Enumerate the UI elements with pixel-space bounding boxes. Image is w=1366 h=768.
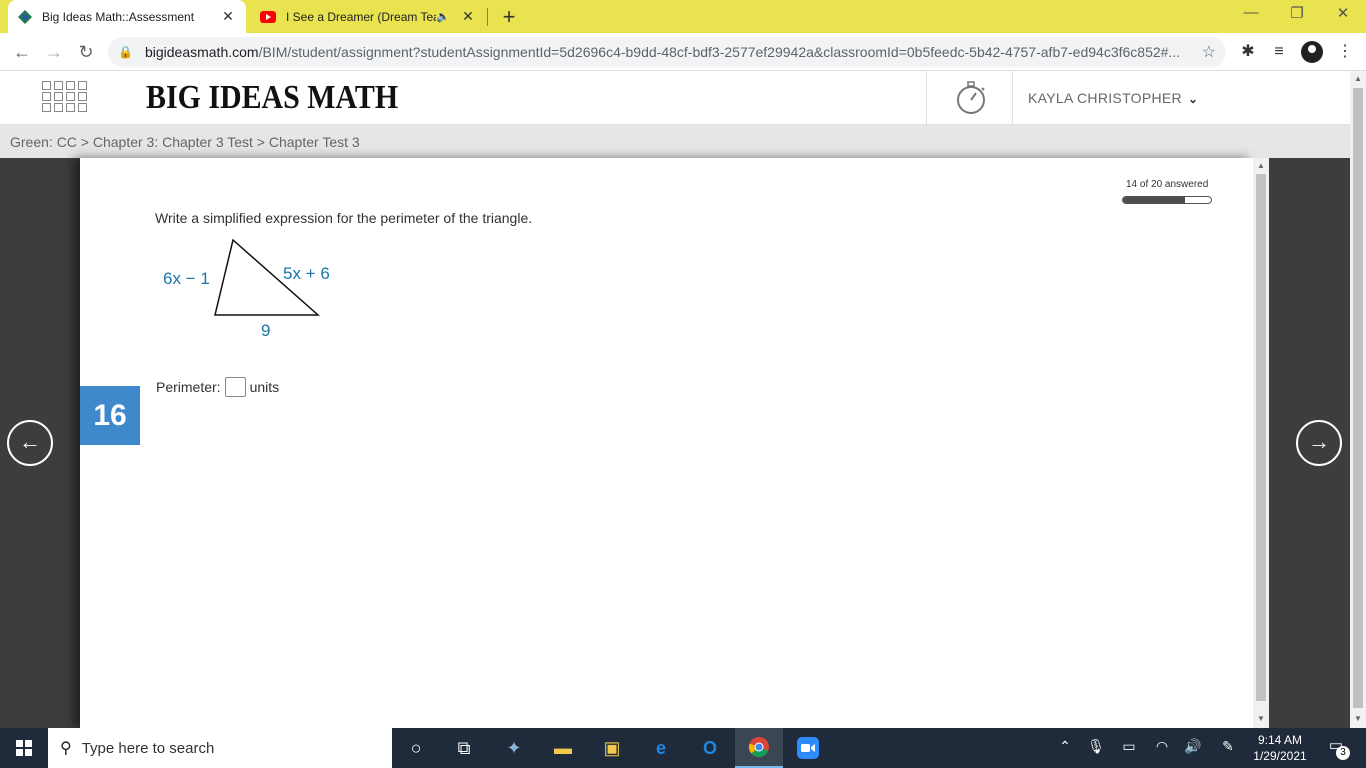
restore-button[interactable]: ❐ [1282, 4, 1312, 22]
units-label: units [249, 379, 280, 395]
taskbar-search-box[interactable]: ⚲ Type here to search [48, 728, 392, 768]
stopwatch-icon[interactable] [955, 81, 987, 115]
user-menu[interactable]: KAYLA CHRISTOPHER ⌄ [1028, 90, 1198, 106]
browser-toolbar: ← → ↻ 🔒 bigideasmath.com/BIM/student/ass… [0, 33, 1366, 71]
speaker-icon[interactable]: 🔈 [436, 10, 450, 23]
system-clock[interactable]: 9:14 AM 1/29/2021 [1250, 732, 1310, 764]
back-button[interactable]: ← [10, 40, 34, 64]
forward-button[interactable]: → [42, 40, 66, 64]
zoom-icon[interactable] [784, 728, 832, 768]
web-page: BIG IDEAS MATH KAYLA CHRISTOPHER ⌄ Green:… [0, 71, 1350, 728]
chrome-icon[interactable] [735, 728, 783, 768]
tab-title: I See a Dreamer (Dream Tea [286, 9, 437, 24]
internet-explorer-icon[interactable]: e [637, 728, 685, 768]
youtube-favicon-icon [260, 10, 276, 23]
action-center-icon[interactable]: ▭ 3 [1322, 736, 1350, 760]
media-queue-icon[interactable]: ≡ [1268, 41, 1290, 63]
chrome-logo-icon [748, 737, 769, 757]
search-placeholder: Type here to search [81, 739, 215, 757]
profile-avatar-icon[interactable] [1301, 41, 1323, 63]
search-icon: ⚲ [60, 740, 72, 757]
volume-icon[interactable]: 🔊 [1181, 738, 1205, 755]
previous-question-button[interactable]: ← [7, 420, 53, 466]
close-tab-icon[interactable]: ✕ [220, 8, 236, 25]
pen-workspace-icon[interactable]: ✎ [1216, 738, 1240, 755]
user-name: KAYLA CHRISTOPHER [1028, 90, 1182, 106]
perimeter-label: Perimeter: [156, 379, 221, 395]
lock-icon[interactable]: 🔒 [118, 45, 133, 59]
microphone-icon[interactable]: 🎙 [1084, 738, 1108, 755]
perimeter-input[interactable] [224, 377, 246, 397]
side-right-label: 5x + 6 [283, 264, 330, 283]
left-side-panel: ← [0, 158, 80, 728]
notification-count-badge: 3 [1336, 746, 1350, 760]
tab-youtube[interactable]: I See a Dreamer (Dream Tea 🔈 ✕ [250, 0, 486, 33]
clock-date: 1/29/2021 [1253, 749, 1307, 763]
menu-kebab-icon[interactable]: ⋮ [1334, 41, 1356, 63]
page-scroll-up-arrow-icon[interactable]: ▲ [1350, 74, 1366, 83]
progress-bar-fill [1123, 197, 1185, 203]
scroll-down-arrow-icon[interactable]: ▼ [1253, 714, 1269, 723]
progress-bar [1122, 196, 1212, 204]
big-ideas-math-logo[interactable]: BIG IDEAS MATH [146, 79, 398, 117]
header-divider [1012, 71, 1013, 125]
new-tab-button[interactable]: + [498, 4, 520, 30]
app-icon[interactable]: ✦ [490, 728, 538, 768]
header-divider [926, 71, 927, 125]
extensions-puzzle-icon[interactable]: ✱ [1237, 41, 1259, 63]
app-header: BIG IDEAS MATH KAYLA CHRISTOPHER ⌄ [0, 71, 1350, 125]
store-icon[interactable]: ▣ [588, 728, 636, 768]
outlook-icon[interactable]: O [686, 728, 734, 768]
progress-text: 14 of 20 answered [1126, 179, 1209, 190]
url-path: /BIM/student/assignment?studentAssignmen… [258, 44, 1181, 60]
chevron-down-icon: ⌄ [1187, 92, 1199, 106]
address-bar[interactable]: 🔒 bigideasmath.com/BIM/student/assignmen… [108, 37, 1226, 67]
show-hidden-icons-chevron-icon[interactable]: ⌃ [1053, 738, 1077, 755]
side-bottom-label: 9 [261, 321, 270, 340]
right-side-panel: → [1289, 158, 1350, 728]
zoom-logo-icon [797, 737, 819, 759]
scroll-up-arrow-icon[interactable]: ▲ [1253, 161, 1269, 170]
big-ideas-favicon-icon [18, 9, 32, 24]
tab-title: Big Ideas Math::Assessment [42, 9, 195, 24]
battery-icon[interactable]: ▭ [1117, 738, 1141, 755]
content-scrollbar-thumb[interactable] [1256, 174, 1266, 701]
question-prompt: Write a simplified expression for the pe… [155, 210, 533, 226]
close-window-button[interactable]: ✕ [1328, 4, 1358, 22]
triangle-figure: 6x − 1 5x + 6 9 [163, 238, 330, 340]
windows-taskbar: ⚲ Type here to search ○ ⧉ ✦ ▬ ▣ e O ⌃ 🎙 … [0, 728, 1366, 768]
reload-button[interactable]: ↻ [74, 40, 98, 64]
windows-start-icon[interactable] [0, 728, 48, 768]
wifi-icon[interactable]: ◠ [1150, 738, 1174, 755]
browser-tab-strip: Big Ideas Math::Assessment ✕ I See a Dre… [0, 0, 1366, 33]
bookmark-star-icon[interactable]: ☆ [1202, 42, 1216, 62]
breadcrumb[interactable]: Green: CC > Chapter 3: Chapter 3 Test > … [0, 125, 1350, 158]
answer-row: Perimeter: units [156, 377, 279, 397]
clock-time: 9:14 AM [1257, 733, 1303, 747]
tab-divider [487, 8, 488, 26]
question-panel: 14 of 20 answered Write a simplified exp… [80, 158, 1253, 728]
url-host: bigideasmath.com [144, 44, 259, 60]
apps-grid-icon[interactable] [42, 81, 87, 113]
task-view-icon[interactable]: ⧉ [440, 728, 488, 768]
minimize-button[interactable]: — [1236, 4, 1266, 21]
next-question-button[interactable]: → [1296, 420, 1342, 466]
question-number-badge: 16 [80, 386, 140, 445]
side-left-label: 6x − 1 [163, 269, 210, 288]
close-tab-icon[interactable]: ✕ [460, 8, 476, 25]
file-explorer-icon[interactable]: ▬ [539, 728, 587, 768]
page-scroll-down-arrow-icon[interactable]: ▼ [1350, 714, 1366, 723]
page-scrollbar-thumb[interactable] [1353, 88, 1363, 708]
tab-big-ideas-math[interactable]: Big Ideas Math::Assessment ✕ [8, 0, 246, 33]
cortana-icon[interactable]: ○ [392, 728, 440, 768]
